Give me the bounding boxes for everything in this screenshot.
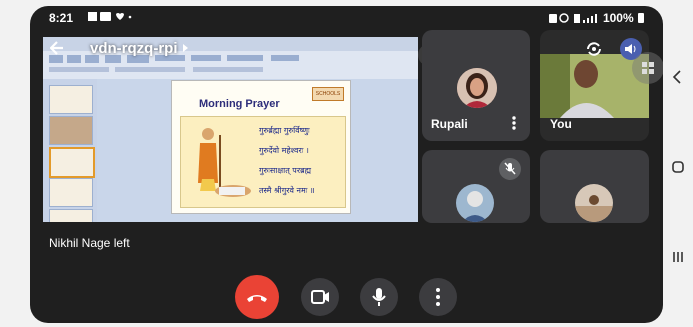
recents-nav-icon[interactable] [671, 250, 685, 264]
meet-screen: 8:21 100% Morning Prayer SCHOOLS गुरुर्ब… [30, 6, 663, 323]
slide-thumbnail-active [49, 147, 95, 178]
back-arrow-icon[interactable] [50, 40, 64, 56]
meeting-code-text: vdn-rqzq-rpi [90, 40, 178, 57]
avatar [457, 68, 497, 108]
back-nav-icon[interactable] [671, 70, 685, 84]
avatar [456, 184, 494, 222]
verse-line-3: गुरुःसाक्षात् परब्रह्म [259, 166, 312, 175]
prayer-box: गुरुर्ब्रह्मा गुरुर्विष्णुः गुरुर्देवो म… [180, 116, 346, 208]
slide-thumbnail [49, 116, 93, 145]
phone-frame: 8:21 100% Morning Prayer SCHOOLS गुरुर्ब… [0, 0, 693, 327]
verse-line-2: गुरुर्देवो महेश्वरः । [259, 146, 309, 155]
participant-tile-you[interactable]: You [540, 30, 649, 141]
mic-off-icon [499, 158, 521, 180]
system-nav-bar [663, 0, 693, 327]
switch-camera-icon[interactable] [585, 40, 603, 58]
participant-name: You [550, 117, 572, 131]
participant-name: Rupali [431, 117, 468, 131]
slide-thumbnails [43, 79, 97, 222]
slide-title: Morning Prayer [199, 98, 280, 110]
chevron-right-icon [182, 44, 188, 52]
devotee-illustration [215, 185, 251, 197]
participant-left-notice: Nikhil Nage left [49, 236, 130, 250]
camera-button[interactable] [301, 278, 339, 316]
status-time: 8:21 [49, 11, 74, 25]
status-right: 100% [548, 11, 645, 25]
more-vert-icon [436, 288, 440, 306]
grid-icon[interactable] [632, 52, 663, 84]
avatar [575, 184, 613, 222]
mic-icon [372, 288, 386, 306]
more-options-button[interactable] [419, 278, 457, 316]
camera-icon [311, 290, 329, 304]
verse-line-1: गुरुर्ब्रह्मा गुरुर्विष्णुः [259, 126, 310, 135]
school-logo: SCHOOLS [312, 87, 344, 101]
phone-hangup-icon [247, 295, 267, 302]
participant-tile-rupali[interactable]: Rupali [422, 30, 530, 141]
microphone-button[interactable] [360, 278, 398, 316]
meeting-code[interactable]: vdn-rqzq-rpi [90, 40, 190, 57]
slide-thumbnail [49, 178, 93, 207]
end-call-button[interactable] [235, 275, 279, 319]
slide-thumbnail [49, 209, 93, 222]
notification-icons [86, 11, 132, 26]
more-vert-icon[interactable] [512, 116, 516, 130]
presentation-tile[interactable]: Morning Prayer SCHOOLS गुरुर्ब्रह्मा गुर… [43, 37, 418, 222]
verse-line-4: तस्मै श्रीगुरवे नमः ॥ [259, 186, 315, 195]
participant-tile-muted[interactable] [422, 150, 530, 223]
status-bar: 8:21 100% [30, 6, 663, 28]
participant-tile[interactable] [540, 150, 649, 223]
slide-thumbnail [49, 85, 93, 114]
slide: Morning Prayer SCHOOLS गुरुर्ब्रह्मा गुर… [171, 80, 351, 214]
home-nav-icon[interactable] [671, 160, 685, 174]
battery-text: 100% [602, 11, 634, 25]
